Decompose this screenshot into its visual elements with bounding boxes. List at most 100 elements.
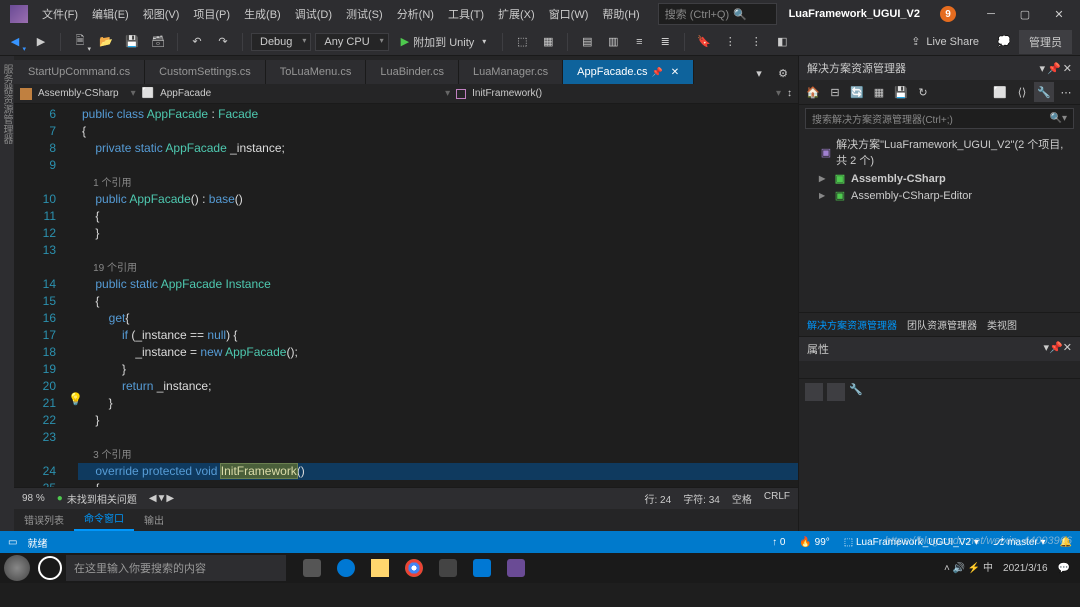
- tab-luabinder[interactable]: LuaBinder.cs: [366, 60, 459, 84]
- menu-file[interactable]: 文件(F): [36, 2, 84, 26]
- feedback-icon[interactable]: 💭: [993, 31, 1015, 53]
- share-icon[interactable]: [434, 554, 462, 582]
- bc-assembly[interactable]: Assembly-CSharp: [38, 88, 119, 99]
- tool-btn-1[interactable]: ⬚: [511, 31, 533, 53]
- sync-icon[interactable]: 🔄: [847, 82, 867, 102]
- tab-toluamenu[interactable]: ToLuaMenu.cs: [266, 60, 367, 84]
- tab-solution-explorer[interactable]: 解决方案资源管理器: [807, 317, 897, 332]
- menu-help[interactable]: 帮助(H): [596, 2, 645, 26]
- menu-debug[interactable]: 调试(D): [289, 2, 338, 26]
- categorize-icon[interactable]: [805, 383, 823, 401]
- undo-button[interactable]: ↶: [186, 31, 208, 53]
- tab-command-window[interactable]: 命令窗口: [74, 506, 134, 531]
- issues-text[interactable]: 未找到相关问题: [67, 491, 137, 506]
- menu-test[interactable]: 测试(S): [340, 2, 389, 26]
- menu-edit[interactable]: 编辑(E): [86, 2, 135, 26]
- props-pages-icon[interactable]: 🔧: [849, 383, 867, 401]
- tool-btn-6[interactable]: ≣: [654, 31, 676, 53]
- view-code-icon[interactable]: ⟨⟩: [1012, 82, 1032, 102]
- open-button[interactable]: 📂: [95, 31, 117, 53]
- menu-build[interactable]: 生成(B): [238, 2, 287, 26]
- tool-btn-5[interactable]: ≡: [628, 31, 650, 53]
- new-project-button[interactable]: 🗎▾: [69, 31, 91, 53]
- chrome-icon[interactable]: [400, 554, 428, 582]
- tab-customsettings[interactable]: CustomSettings.cs: [145, 60, 266, 84]
- notification-badge[interactable]: 9: [940, 6, 956, 22]
- panel-dropdown-icon[interactable]: ▾: [1040, 62, 1046, 75]
- project-assembly-csharp-editor[interactable]: ▶▣Assembly-CSharp-Editor: [803, 187, 1076, 204]
- solution-root[interactable]: ▣解决方案"LuaFramework_UGUI_V2"(2 个项目, 共 2 个…: [803, 134, 1076, 170]
- show-all-icon[interactable]: ▦: [869, 82, 889, 102]
- home-icon[interactable]: 🏠: [803, 82, 823, 102]
- tab-appfacade[interactable]: AppFacade.cs📌✕: [563, 60, 694, 84]
- nav-back-button[interactable]: ◀▾: [4, 31, 26, 53]
- tab-team-explorer[interactable]: 团队资源管理器: [907, 317, 977, 332]
- save-icon[interactable]: 💾: [891, 82, 911, 102]
- collapse-icon[interactable]: ⊟: [825, 82, 845, 102]
- menu-project[interactable]: 项目(P): [187, 2, 236, 26]
- bc-class[interactable]: AppFacade: [160, 88, 211, 99]
- tab-output[interactable]: 输出: [134, 508, 174, 531]
- close-button[interactable]: ✕: [1042, 0, 1076, 28]
- pin-icon[interactable]: 📌: [652, 67, 663, 78]
- run-attach-button[interactable]: ▶附加到 Unity▾: [393, 32, 495, 52]
- taskbar-date[interactable]: 2021/3/16: [1003, 563, 1048, 574]
- overflow-icon[interactable]: ⋯: [1056, 82, 1076, 102]
- tool-btn-9[interactable]: ◧: [771, 31, 793, 53]
- panel-close-icon[interactable]: ✕: [1063, 342, 1072, 354]
- tab-class-view[interactable]: 类视图: [987, 317, 1017, 332]
- tool-btn-4[interactable]: ▥: [602, 31, 624, 53]
- bc-method[interactable]: InitFramework(): [472, 88, 542, 99]
- panel-pin-icon[interactable]: 📌: [1047, 62, 1061, 75]
- task-view-icon[interactable]: [298, 554, 326, 582]
- tool-btn-3[interactable]: ▤: [576, 31, 598, 53]
- tab-error-list[interactable]: 错误列表: [14, 508, 74, 531]
- project-assembly-csharp[interactable]: ▶▣Assembly-CSharp: [803, 170, 1076, 187]
- menu-analyze[interactable]: 分析(N): [391, 2, 440, 26]
- code-editor[interactable]: 💡 6789 10111213 14151617181920212223 242…: [14, 104, 798, 487]
- save-all-button[interactable]: 🗃: [147, 31, 169, 53]
- tool-btn-2[interactable]: ▦: [537, 31, 559, 53]
- panel-pin-icon[interactable]: 📌: [1049, 342, 1063, 354]
- config-dropdown[interactable]: Debug: [251, 33, 311, 51]
- nav-forward-button[interactable]: ▶: [30, 31, 52, 53]
- tab-settings-icon[interactable]: ⚙: [772, 62, 794, 84]
- tab-startupcommand[interactable]: StartUpCommand.cs: [14, 60, 145, 84]
- menu-view[interactable]: 视图(V): [137, 2, 186, 26]
- refresh-icon[interactable]: ↻: [913, 82, 933, 102]
- minimize-button[interactable]: ─: [974, 0, 1008, 28]
- save-button[interactable]: 💾: [121, 31, 143, 53]
- explorer-icon[interactable]: [366, 554, 394, 582]
- zoom-level[interactable]: 98 %: [22, 493, 45, 504]
- start-avatar-icon[interactable]: [4, 555, 30, 581]
- taskbar-search[interactable]: 在这里输入你要搜索的内容: [66, 555, 286, 581]
- menu-tools[interactable]: 工具(T): [442, 2, 490, 26]
- edge-icon[interactable]: [332, 554, 360, 582]
- tool-btn-7[interactable]: ⋮: [719, 31, 741, 53]
- tab-luamanager[interactable]: LuaManager.cs: [459, 60, 563, 84]
- panel-close-icon[interactable]: ✕: [1063, 62, 1072, 75]
- visualstudio-icon[interactable]: [502, 554, 530, 582]
- tray-icons[interactable]: ˄ 🔊 ⚡ 中: [944, 563, 993, 574]
- title-search-box[interactable]: 搜索 (Ctrl+Q) 🔍: [658, 3, 777, 25]
- upload-count[interactable]: ↑ 0: [772, 537, 785, 548]
- props-icon[interactable]: ⬜: [990, 82, 1010, 102]
- platform-dropdown[interactable]: Any CPU: [315, 33, 388, 51]
- close-tab-icon[interactable]: ✕: [671, 67, 679, 78]
- redo-button[interactable]: ↷: [212, 31, 234, 53]
- action-center-icon[interactable]: 💬: [1058, 563, 1070, 574]
- tab-overflow-button[interactable]: ▾: [748, 62, 770, 84]
- output-icon[interactable]: ▭: [8, 537, 17, 548]
- indent-mode[interactable]: 空格: [732, 491, 752, 506]
- vscode-icon[interactable]: [468, 554, 496, 582]
- split-icon[interactable]: ↕: [787, 88, 792, 99]
- maximize-button[interactable]: ▢: [1008, 0, 1042, 28]
- menu-extensions[interactable]: 扩展(X): [492, 2, 541, 26]
- alpha-sort-icon[interactable]: [827, 383, 845, 401]
- live-share-button[interactable]: ⇪Live Share: [901, 35, 989, 48]
- cortana-icon[interactable]: [38, 556, 62, 580]
- left-tool-well[interactable]: 服务器资源管理器: [0, 56, 14, 531]
- eol-mode[interactable]: CRLF: [764, 491, 790, 506]
- bookmark-icon[interactable]: 🔖: [693, 31, 715, 53]
- menu-window[interactable]: 窗口(W): [543, 2, 595, 26]
